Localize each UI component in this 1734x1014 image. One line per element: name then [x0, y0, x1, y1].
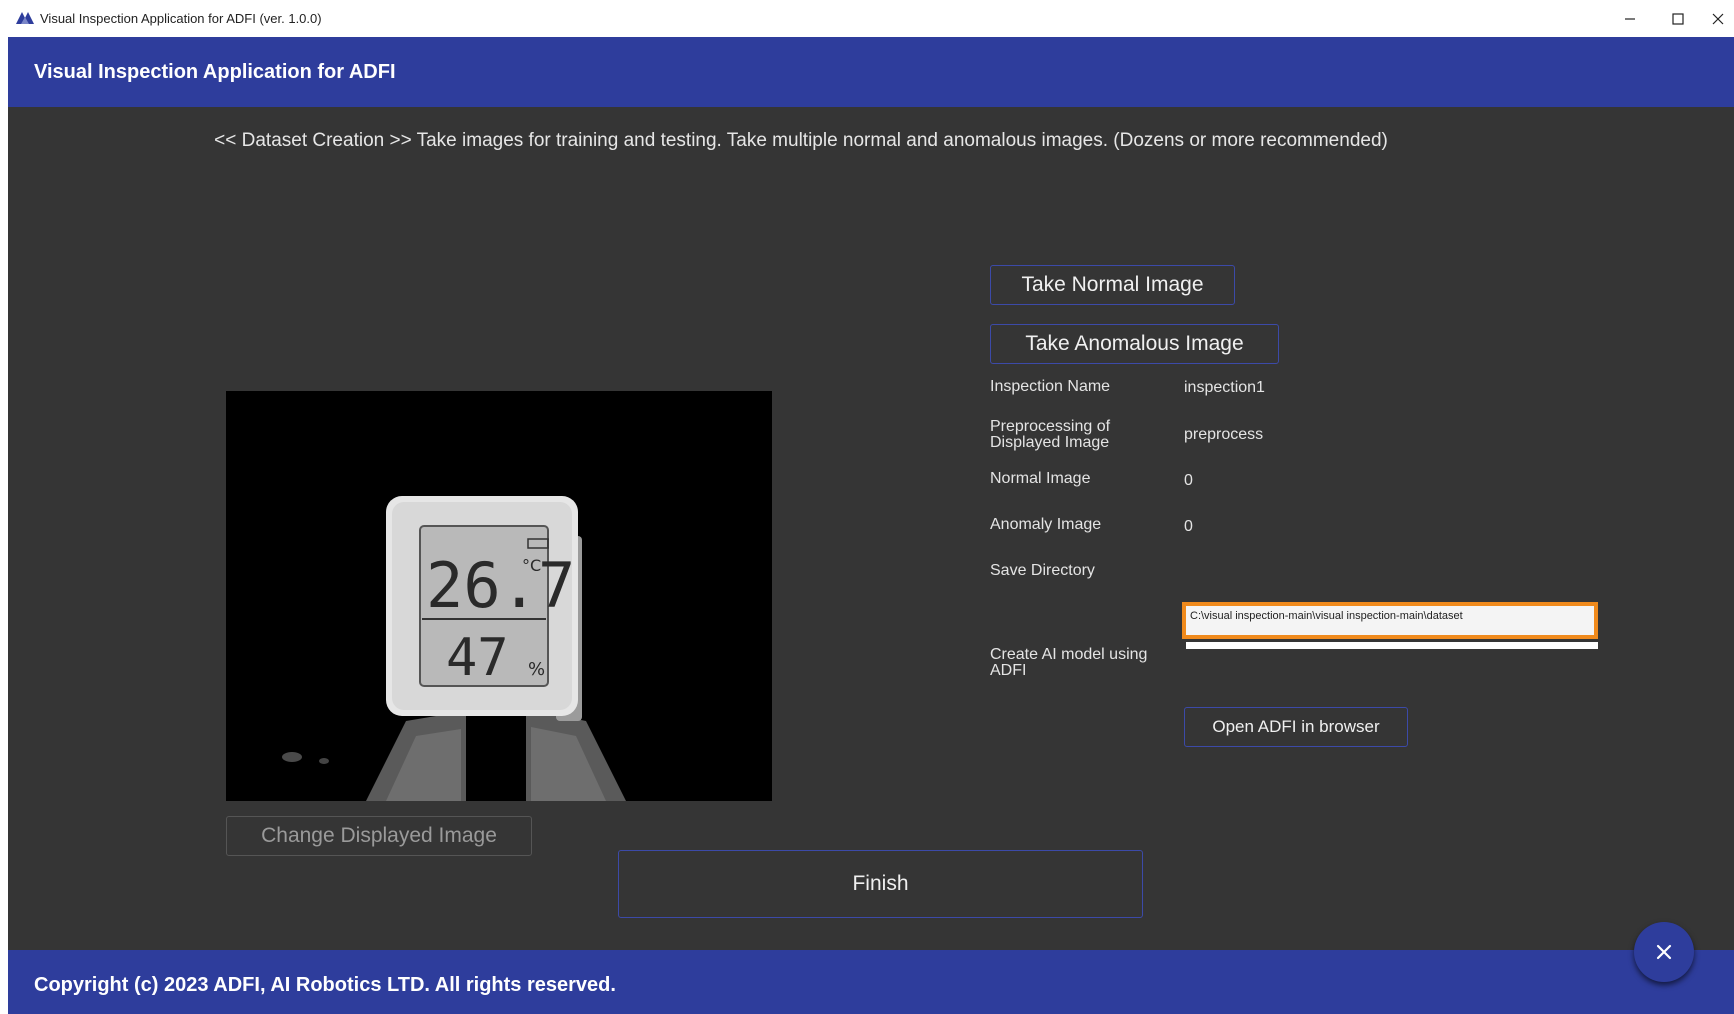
lcd-humidity-unit: %: [528, 659, 545, 680]
anomaly-image-count: 0: [1184, 518, 1193, 535]
app-footer: Copyright (c) 2023 ADFI, AI Robotics LTD…: [8, 950, 1734, 1014]
save-directory-label: Save Directory: [990, 562, 1095, 579]
camera-preview-image: 26.7 °C 47 %: [226, 391, 772, 801]
maximize-button[interactable]: [1654, 0, 1702, 37]
minimize-icon: [1625, 17, 1635, 20]
app-title: Visual Inspection Application for ADFI: [34, 61, 396, 83]
open-adfi-button[interactable]: Open ADFI in browser: [1184, 707, 1408, 747]
copyright-text: Copyright (c) 2023 ADFI, AI Robotics LTD…: [34, 974, 616, 996]
normal-image-count: 0: [1184, 472, 1193, 489]
normal-image-count-label: Normal Image: [990, 470, 1091, 487]
save-directory-field[interactable]: [1182, 602, 1598, 639]
lcd-temperature: 26.7: [426, 549, 575, 622]
close-icon: [1656, 944, 1672, 960]
maximize-icon: [1672, 12, 1684, 25]
window-title: Visual Inspection Application for ADFI (…: [40, 11, 322, 26]
preprocessing-label: Preprocessing of Displayed Image: [990, 418, 1111, 451]
lcd-temp-unit: °C: [522, 556, 541, 575]
preprocessing-value: preprocess: [1184, 426, 1264, 443]
create-ai-model-label: Create AI model using ADFI: [990, 646, 1148, 679]
thermometer-photo: 26.7 °C 47 %: [226, 391, 772, 801]
inspection-name-value: inspection1: [1184, 379, 1265, 396]
instruction-text: << Dataset Creation >> Take images for t…: [214, 130, 1388, 151]
minimize-button[interactable]: [1606, 0, 1654, 37]
take-anomalous-image-button[interactable]: Take Anomalous Image: [990, 324, 1279, 364]
lcd-humidity: 47: [446, 628, 509, 688]
change-displayed-image-button[interactable]: Change Displayed Image: [226, 816, 532, 856]
inspection-name-label: Inspection Name: [990, 378, 1111, 395]
window-titlebar: Visual Inspection Application for ADFI (…: [0, 0, 1734, 37]
window-border: [0, 37, 8, 1014]
save-directory-input[interactable]: [1190, 610, 1590, 622]
take-normal-image-button[interactable]: Take Normal Image: [990, 265, 1235, 305]
close-icon: [1712, 13, 1724, 24]
finish-button[interactable]: Finish: [618, 850, 1143, 918]
app-logo-icon: [16, 12, 34, 24]
main-content: << Dataset Creation >> Take images for t…: [8, 107, 1734, 950]
anomaly-image-count-label: Anomaly Image: [990, 516, 1102, 533]
app-header: Visual Inspection Application for ADFI: [8, 37, 1734, 107]
app-window: Visual Inspection Application for ADFI (…: [0, 0, 1734, 1014]
close-window-button[interactable]: [1702, 0, 1734, 37]
close-fab-button[interactable]: [1634, 922, 1694, 982]
save-directory-underline: [1186, 642, 1598, 649]
